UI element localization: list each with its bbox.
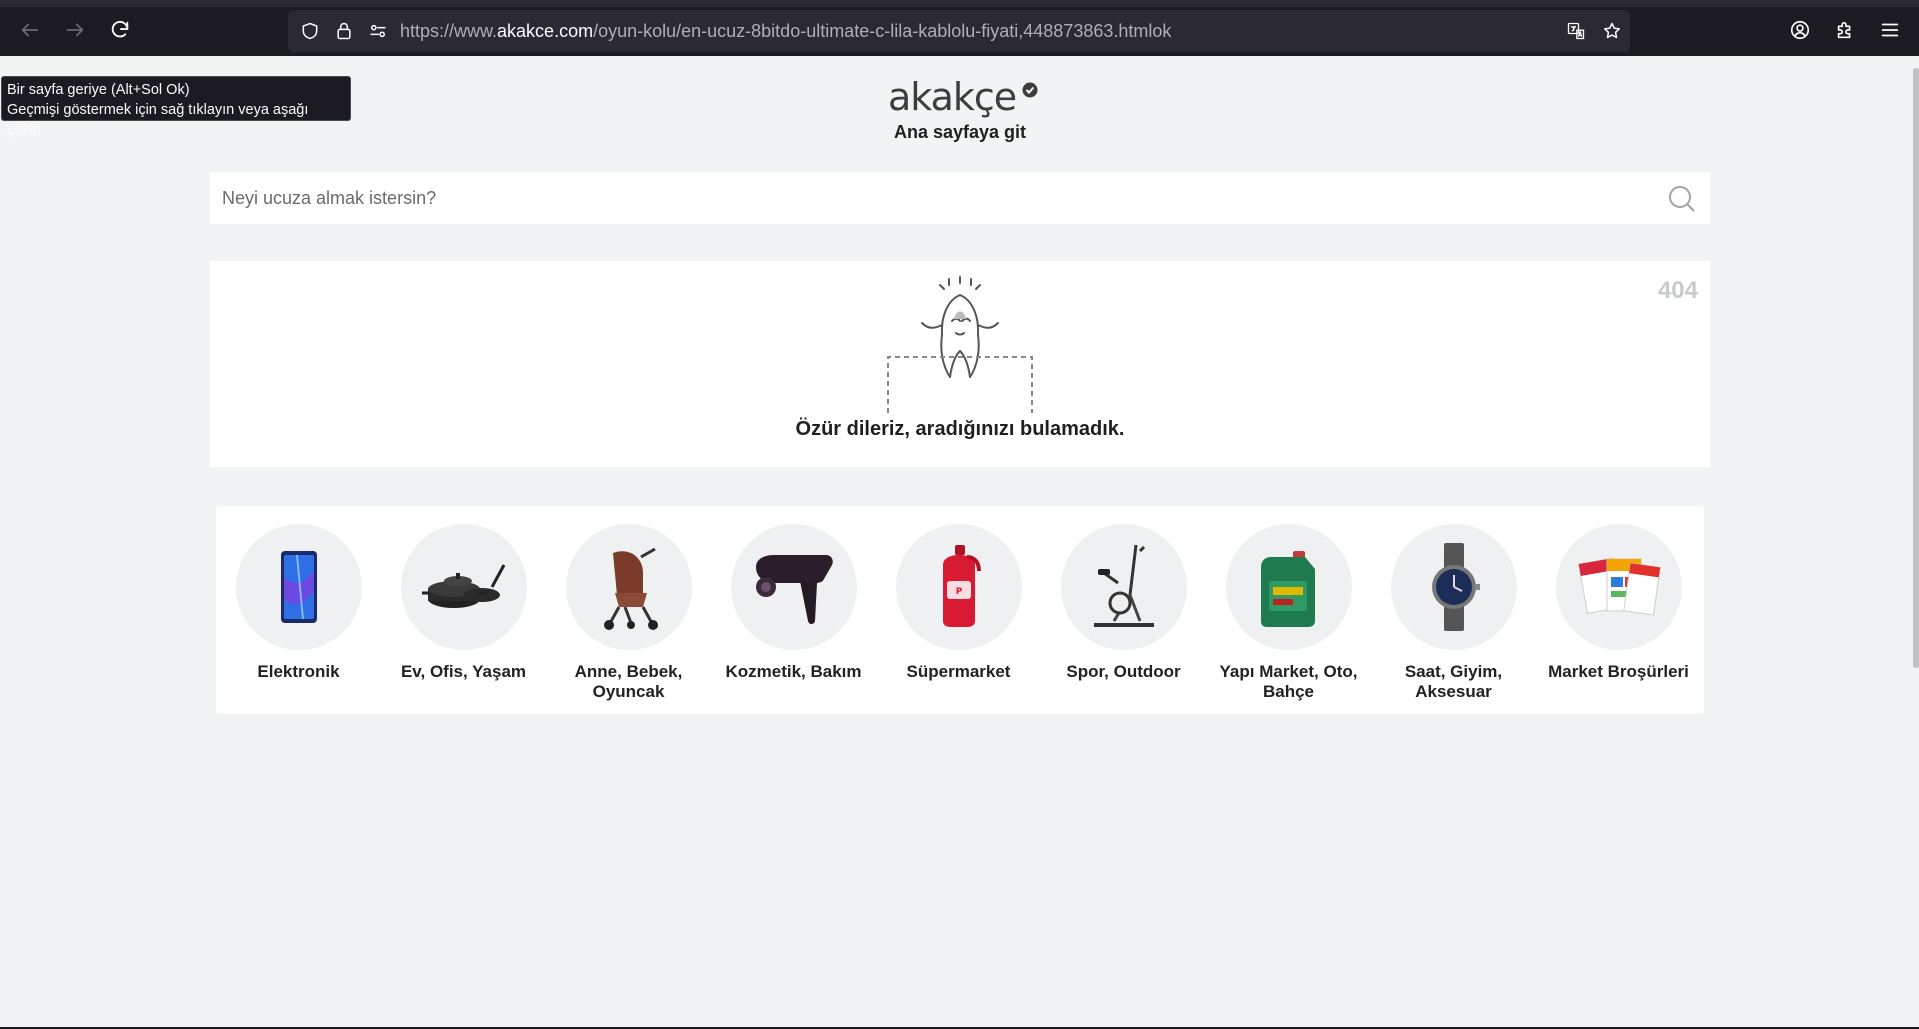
url-text[interactable]: https://www.akakce.com/oyun-kolu/en-ucuz… — [400, 21, 1171, 42]
category-label: Yapı Market, Oto, Bahçe — [1219, 662, 1358, 701]
search-bar — [210, 172, 1710, 224]
url-host: akakce.com — [497, 21, 594, 41]
category-saat-giyim-aksesuar[interactable]: Saat, Giyim, Aksesuar — [1371, 524, 1536, 702]
svg-text:P: P — [955, 587, 962, 597]
akakce-logo[interactable]: akakçe — [888, 75, 1038, 120]
category-anne-bebek-oyuncak[interactable]: Anne, Bebek, Oyuncak — [546, 524, 711, 702]
detergent-icon: P — [942, 545, 981, 627]
category-label: Spor, Outdoor — [1066, 662, 1181, 681]
permissions-icon[interactable] — [366, 19, 390, 43]
url-path: /oyun-kolu/en-ucuz-8bitdo-ultimate-c-lil… — [593, 21, 1172, 41]
category-label: Elektronik — [257, 662, 340, 681]
hair-dryer-icon — [755, 555, 833, 624]
category-ev-ofis-yasam[interactable]: Ev, Ofis, Yaşam — [381, 524, 546, 682]
reload-button[interactable] — [104, 14, 136, 46]
arrow-right-icon — [66, 23, 84, 37]
wristwatch-icon — [1431, 543, 1480, 631]
page-scrollbar[interactable] — [1913, 68, 1919, 668]
category-label: Anne, Bebek, Oyuncak — [574, 662, 683, 701]
tooltip-line-2: Geçmişi göstermek için sağ tıklayın veya… — [7, 102, 309, 138]
shield-icon[interactable] — [298, 19, 322, 43]
category-label: Saat, Giyim, Aksesuar — [1404, 662, 1503, 701]
home-link[interactable]: Ana sayfaya git — [860, 122, 1060, 143]
back-button-tooltip: Bir sayfa geriye (Alt+Sol Ok) Geçmişi gö… — [1, 76, 351, 138]
category-kozmetik-bakim[interactable]: Kozmetik, Bakım — [711, 524, 876, 682]
search-input[interactable] — [222, 172, 1622, 224]
elliptical-trainer-icon — [1093, 544, 1154, 627]
search-icon[interactable] — [1668, 185, 1696, 213]
error-card: 404 Özür dileriz, aradığınızı bulamadık. — [210, 261, 1710, 467]
category-label: Kozmetik, Bakım — [725, 662, 862, 681]
translate-icon[interactable] — [1564, 19, 1588, 43]
category-elektronik[interactable]: Elektronik — [216, 524, 381, 682]
category-supermarket[interactable]: P Süpermarket — [876, 524, 1041, 682]
tab-strip — [0, 0, 1919, 7]
arrow-left-icon — [21, 23, 39, 37]
forward-button[interactable] — [59, 14, 91, 46]
category-market-brosurleri[interactable]: Market Broşürleri — [1536, 524, 1701, 682]
category-label: Süpermarket — [906, 662, 1011, 681]
category-yapi-market[interactable]: Yapı Market, Oto, Bahçe — [1206, 524, 1371, 702]
brochure-icon — [1577, 557, 1661, 616]
address-bar[interactable]: https://www.akakce.com/oyun-kolu/en-ucuz… — [288, 10, 1630, 52]
stroller-icon — [603, 547, 658, 630]
browser-toolbar: https://www.akakce.com/oyun-kolu/en-ucuz… — [0, 0, 1919, 56]
error-code: 404 — [1657, 277, 1698, 304]
category-spor-outdoor[interactable]: Spor, Outdoor — [1041, 524, 1206, 682]
cookware-icon — [421, 564, 505, 608]
url-prefix: https://www. — [400, 21, 498, 41]
category-label: Market Broşürleri — [1548, 662, 1689, 681]
menu-icon[interactable] — [1874, 14, 1906, 46]
error-message: Özür dileriz, aradığınızı bulamadık. — [795, 418, 1125, 440]
tooltip-line-1: Bir sayfa geriye (Alt+Sol Ok) — [7, 82, 190, 98]
bookmark-star-icon[interactable] — [1600, 19, 1624, 43]
extensions-icon[interactable] — [1829, 14, 1861, 46]
lost-character-icon — [887, 276, 1033, 413]
category-label: Ev, Ofis, Yaşam — [400, 662, 527, 681]
back-button[interactable] — [14, 14, 46, 46]
motor-oil-icon — [1260, 551, 1315, 627]
logo-wordmark: akakçe — [888, 76, 1016, 119]
category-bar: Elektronik Ev, Ofis, Yaşam Anne, Bebek, … — [216, 506, 1704, 714]
lock-icon[interactable] — [332, 19, 356, 43]
reload-icon — [111, 20, 129, 38]
smartphone-icon — [280, 551, 317, 623]
account-icon[interactable] — [1784, 14, 1816, 46]
